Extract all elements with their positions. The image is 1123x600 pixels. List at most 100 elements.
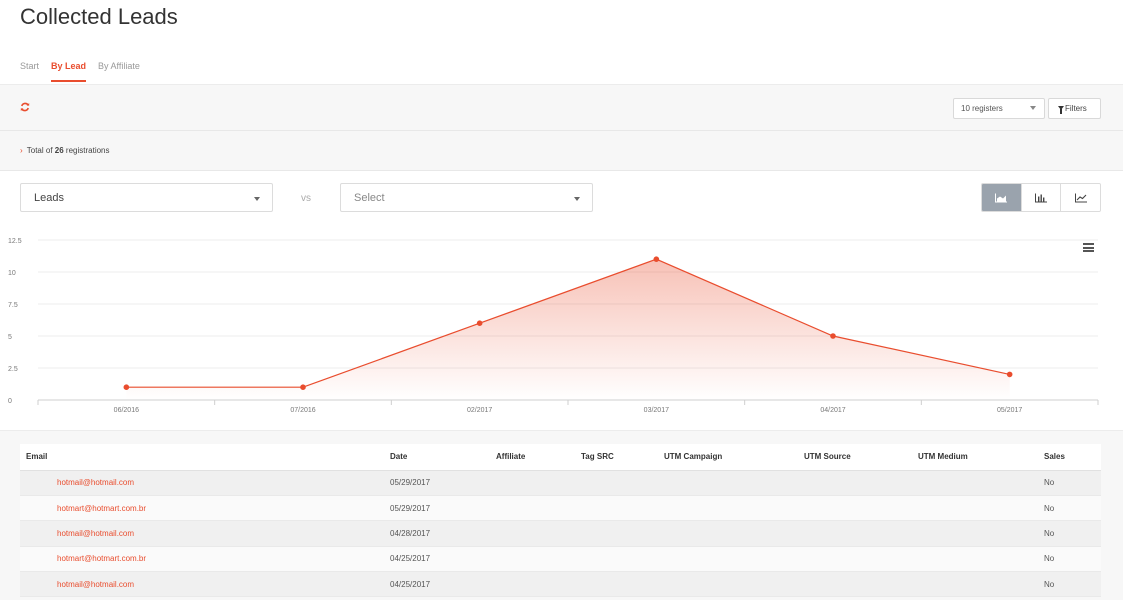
column-header-utm-medium[interactable]: UTM Medium <box>912 444 1038 470</box>
data-point <box>830 333 836 339</box>
cell-date: 04/25/2017 <box>390 579 431 589</box>
data-point <box>123 384 130 390</box>
chevron-down-icon <box>254 197 260 201</box>
chart-type-toggle <box>981 183 1101 212</box>
y-tick-label: 7.5 <box>8 302 18 309</box>
cell-affiliate <box>490 521 575 546</box>
menu-icon[interactable] <box>1083 243 1094 252</box>
cell-date: 04/25/2017 <box>390 554 431 564</box>
chevron-right-icon: › <box>20 146 23 155</box>
tab-by-lead[interactable]: By Lead <box>51 61 87 82</box>
cell-utm-source <box>798 521 912 546</box>
leads-chart: 0 2.5 5 7.5 10 12.5 06/2016 07/2016 02/2017 03/20… <box>8 238 1099 414</box>
tabs: Start By Lead By Affiliate <box>20 61 140 82</box>
cell-utm-campaign <box>658 495 798 520</box>
cell-tag-src <box>575 546 658 571</box>
table-header-row: Email Date Affiliate Tag SRC UTM Campaig… <box>20 444 1101 470</box>
cell-utm-campaign <box>658 546 798 571</box>
cell-utm-medium <box>912 572 1038 597</box>
data-point <box>653 256 660 262</box>
column-header-utm-source[interactable]: UTM Source <box>798 444 912 470</box>
cell-tag-src <box>575 521 658 546</box>
cell-tag-src <box>575 572 658 597</box>
column-header-sales[interactable]: Sales <box>1038 444 1101 470</box>
y-tick-label: 10 <box>8 270 16 277</box>
cell-date: 04/28/2017 <box>390 528 431 538</box>
cell-utm-source <box>798 572 912 597</box>
data-point <box>476 320 483 326</box>
cell-email[interactable]: hotmail@hotmail.com <box>20 470 384 495</box>
cell-utm-campaign <box>658 470 798 495</box>
summary-prefix: Total of <box>26 146 53 155</box>
area-chart-icon <box>995 193 1008 202</box>
cell-utm-source <box>798 495 912 520</box>
bar-chart-button[interactable] <box>1020 184 1061 211</box>
y-tick-label: 5 <box>8 334 12 341</box>
primary-metric-select[interactable]: Leads <box>20 183 273 212</box>
cell-sales: No <box>1044 528 1055 538</box>
cell-affiliate <box>490 495 575 520</box>
table-row[interactable]: hotmail@hotmail.com 04/28/2017 No <box>20 520 1101 547</box>
filters-button[interactable]: Filters <box>1048 98 1101 119</box>
line-chart-icon <box>1074 193 1087 202</box>
table-row[interactable]: hotmart@hotmart.com.br 04/25/2017 No <box>20 546 1101 572</box>
column-header-utm-campaign[interactable]: UTM Campaign <box>658 444 798 470</box>
cell-date: 05/29/2017 <box>390 503 431 513</box>
y-tick-label: 2.5 <box>8 366 18 373</box>
secondary-metric-select[interactable]: Select <box>340 183 593 212</box>
cell-utm-medium <box>912 495 1038 520</box>
cell-affiliate <box>490 470 575 495</box>
area-chart-button[interactable] <box>982 184 1021 211</box>
cell-utm-campaign <box>658 521 798 546</box>
table-row[interactable]: hotmart@hotmart.com.br 05/29/2017 No <box>20 495 1101 521</box>
table-row[interactable]: hotmail@hotmail.com 05/29/2017 No <box>20 470 1101 496</box>
cell-tag-src <box>575 495 658 520</box>
page-title: Collected Leads <box>20 4 178 29</box>
x-tick-label: 06/2016 <box>114 407 139 414</box>
vs-label: vs <box>301 193 311 204</box>
cell-utm-medium <box>912 470 1038 495</box>
cell-email[interactable]: hotmart@hotmart.com.br <box>20 495 384 520</box>
x-tick-label: 03/2017 <box>644 407 669 414</box>
x-tick-label: 07/2016 <box>290 407 315 414</box>
summary-suffix: registrations <box>65 146 110 155</box>
x-tick-label: 04/2017 <box>820 407 845 414</box>
column-header-tag-src[interactable]: Tag SRC <box>575 444 658 470</box>
filters-label: Filters <box>1065 104 1087 113</box>
cell-tag-src <box>575 470 658 495</box>
column-header-affiliate[interactable]: Affiliate <box>490 444 575 470</box>
line-chart-button[interactable] <box>1060 184 1100 211</box>
secondary-metric-placeholder: Select <box>354 192 385 204</box>
funnel-icon <box>1058 106 1064 114</box>
leads-table: Email Date Affiliate Tag SRC UTM Campaig… <box>20 444 1101 597</box>
table-row[interactable]: hotmail@hotmail.com 04/25/2017 No <box>20 571 1101 597</box>
cell-sales: No <box>1044 554 1055 564</box>
x-tick-label: 05/2017 <box>997 407 1022 414</box>
chevron-down-icon <box>574 197 580 201</box>
refresh-icon[interactable] <box>20 102 30 112</box>
cell-affiliate <box>490 546 575 571</box>
tab-by-affiliate[interactable]: By Affiliate <box>98 61 140 82</box>
registers-select[interactable]: 10 registers <box>953 98 1045 119</box>
summary-bar: › Total of 26 registrations <box>0 131 1123 171</box>
cell-email[interactable]: hotmart@hotmart.com.br <box>20 546 384 571</box>
column-header-date[interactable]: Date <box>384 444 490 470</box>
data-point <box>300 384 306 390</box>
x-tick-label: 02/2017 <box>467 407 492 414</box>
tab-start[interactable]: Start <box>20 61 39 82</box>
cell-sales: No <box>1044 503 1055 513</box>
data-point <box>1006 371 1013 378</box>
cell-utm-medium <box>912 521 1038 546</box>
cell-email[interactable]: hotmail@hotmail.com <box>20 572 384 597</box>
cell-email[interactable]: hotmail@hotmail.com <box>20 521 384 546</box>
summary-count: 26 <box>54 146 64 155</box>
leads-table-section: Email Date Affiliate Tag SRC UTM Campaig… <box>0 430 1123 600</box>
cell-utm-medium <box>912 546 1038 571</box>
cell-utm-source <box>798 546 912 571</box>
toolbar: 10 registers Filters <box>0 84 1123 131</box>
column-header-email[interactable]: Email <box>20 444 384 470</box>
bar-chart-icon <box>1035 193 1047 202</box>
cell-date: 05/29/2017 <box>390 478 431 488</box>
y-tick-label: 0 <box>8 398 12 405</box>
cell-utm-source <box>798 470 912 495</box>
